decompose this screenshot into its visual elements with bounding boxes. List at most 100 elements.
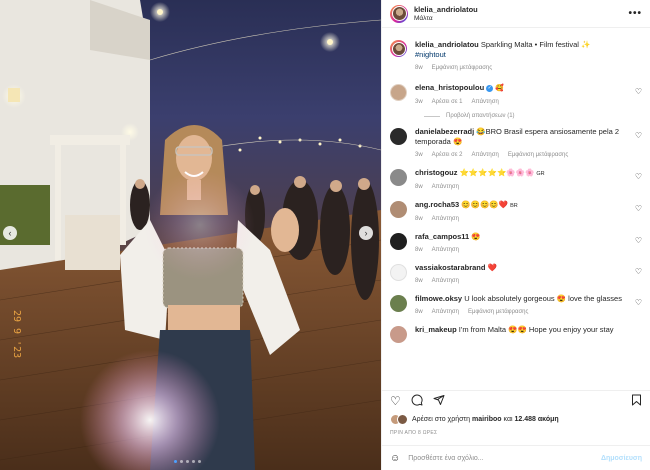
emoji-icon[interactable]: ☺ xyxy=(390,453,400,464)
caption-username[interactable]: klelia_andriolatou xyxy=(415,40,479,49)
comment-age: 3w xyxy=(415,152,423,158)
comment-text: 😊😊😊😊❤️ xyxy=(461,200,508,209)
like-comment-icon[interactable]: ♡ xyxy=(635,204,642,213)
commenter-avatar[interactable] xyxy=(390,169,407,186)
previous-photo-button[interactable]: ‹ xyxy=(3,226,17,240)
comment-age: 8w xyxy=(415,278,423,284)
comment-username[interactable]: kri_makeup xyxy=(415,325,457,334)
comment-item: rafa_campos11 😍 8w Απάντηση ♡ xyxy=(390,232,642,255)
comment-text: ❤️ xyxy=(487,263,497,272)
post-header: klelia_andriolatou Μάλτα ••• xyxy=(382,0,650,28)
carousel-dot xyxy=(174,460,177,463)
caption: klelia_andriolatou Sparkling Malta • Fil… xyxy=(390,40,642,73)
commenter-avatar[interactable] xyxy=(390,326,407,343)
comment-username[interactable]: danielabezerradj xyxy=(415,127,474,136)
likes-middle: και xyxy=(501,416,515,423)
comment-username[interactable]: christogouz xyxy=(415,168,458,177)
verified-badge-icon: ✓ xyxy=(486,84,494,92)
post-comment-button[interactable]: Δημοσίευση xyxy=(601,455,642,462)
comment-age: 8w xyxy=(415,184,423,190)
caption-hashtag[interactable]: #nightout xyxy=(415,50,446,59)
comment-item: christogouz ⭐⭐⭐⭐⭐🌸🌸🌸 GR 8w Απάντηση ♡ xyxy=(390,168,642,192)
comment-username[interactable]: ang.rocha53 xyxy=(415,200,459,209)
liker-username[interactable]: mairiboo xyxy=(472,416,502,423)
like-comment-icon[interactable]: ♡ xyxy=(635,87,642,96)
comment-username[interactable]: rafa_campos11 xyxy=(415,232,469,241)
like-comment-icon[interactable]: ♡ xyxy=(635,267,642,276)
commenter-avatar[interactable] xyxy=(390,295,407,312)
commenter-avatar[interactable] xyxy=(390,84,407,101)
comment-username[interactable]: elena_hristopoulou xyxy=(415,83,484,92)
reply-button[interactable]: Απάντηση xyxy=(472,97,499,107)
reply-button[interactable]: Απάντηση xyxy=(432,276,459,286)
comment-age: 8w xyxy=(415,216,423,222)
comment-item: filmowe.oksy U look absolutely gorgeous … xyxy=(390,294,642,317)
author-avatar[interactable] xyxy=(390,4,408,23)
post-actions: ♡ xyxy=(382,390,650,408)
liker-avatar xyxy=(397,414,408,425)
like-comment-icon[interactable]: ♡ xyxy=(635,131,642,140)
like-comment-icon[interactable]: ♡ xyxy=(635,298,642,307)
see-translation-link[interactable]: Εμφάνιση μετάφρασης xyxy=(432,63,492,73)
commenter-avatar[interactable] xyxy=(390,233,407,250)
post-location[interactable]: Μάλτα xyxy=(414,15,628,22)
comment-text: I'm from Malta 😍😍 Hope you enjoy your st… xyxy=(458,325,614,334)
carousel-dot xyxy=(198,460,201,463)
comment-username[interactable]: filmowe.oksy xyxy=(415,294,462,303)
author-avatar[interactable] xyxy=(390,40,407,57)
comment-age: 8w xyxy=(415,247,423,253)
comment-text: 😍 xyxy=(471,232,481,241)
reply-button[interactable]: Απάντηση xyxy=(472,150,499,160)
comment-text: U look absolutely gorgeous 😍 love the gl… xyxy=(464,294,622,303)
commenter-avatar[interactable] xyxy=(390,264,407,281)
photo-scene xyxy=(0,0,381,470)
view-replies-button[interactable]: Προβολή απαντήσεων (1) xyxy=(424,113,642,119)
add-comment-bar: ☺ Προσθέστε ένα σχόλιο... Δημοσίευση xyxy=(382,445,650,470)
reply-button[interactable]: Απάντηση xyxy=(432,307,459,317)
commenter-avatar[interactable] xyxy=(390,128,407,145)
post-photo[interactable]: ‹ › 29 9 '23 xyxy=(0,0,381,470)
likes-prefix: Αρέσει στο χρήστη xyxy=(412,416,473,423)
comment-likes[interactable]: Αρέσει σε 1 xyxy=(432,97,463,107)
comment-likes[interactable]: Αρέσει σε 2 xyxy=(432,150,463,160)
carousel-indicator xyxy=(174,460,201,463)
reply-button[interactable]: Απάντηση xyxy=(432,214,459,224)
commenter-avatar[interactable] xyxy=(390,201,407,218)
carousel-dot xyxy=(186,460,189,463)
comment-suffix: BR xyxy=(510,203,518,209)
comment-icon[interactable] xyxy=(411,394,423,409)
author-username[interactable]: klelia_andriolatou xyxy=(414,5,628,14)
comment-item: ang.rocha53 😊😊😊😊❤️ BR 8w Απάντηση ♡ xyxy=(390,200,642,224)
likes-summary[interactable]: Αρέσει στο χρήστη mairiboo και 12.488 ακ… xyxy=(390,414,642,425)
comment-age: 3w xyxy=(415,99,423,105)
comment-item: kri_makeup I'm from Malta 😍😍 Hope you en… xyxy=(390,325,642,343)
comment-text: 🥰 xyxy=(495,85,505,92)
post-sidebar: klelia_andriolatou Μάλτα ••• klelia_andr… xyxy=(381,0,650,470)
comment-age: 8w xyxy=(415,309,423,315)
comment-text: ⭐⭐⭐⭐⭐🌸🌸🌸 xyxy=(459,168,535,177)
see-translation-link[interactable]: Εμφάνιση μετάφρασης xyxy=(508,150,568,160)
comment-suffix: GR xyxy=(536,171,545,177)
like-icon[interactable]: ♡ xyxy=(390,394,401,408)
reply-button[interactable]: Απάντηση xyxy=(432,182,459,192)
carousel-dot xyxy=(192,460,195,463)
share-icon[interactable] xyxy=(433,394,445,409)
caption-age: 8w xyxy=(415,65,423,71)
comment-username[interactable]: vassiakostarabrand xyxy=(415,263,485,272)
comment-item: danielabezerradj 😂BRO Brasil espera ansi… xyxy=(390,127,642,160)
reply-button[interactable]: Απάντηση xyxy=(432,245,459,255)
see-translation-link[interactable]: Εμφάνιση μετάφρασης xyxy=(468,307,528,317)
like-comment-icon[interactable]: ♡ xyxy=(635,172,642,181)
comments-list[interactable]: klelia_andriolatou Sparkling Malta • Fil… xyxy=(382,32,650,387)
comment-item: vassiakostarabrand ❤️ 8w Απάντηση ♡ xyxy=(390,263,642,286)
comment-input[interactable]: Προσθέστε ένα σχόλιο... xyxy=(408,455,601,462)
next-photo-button[interactable]: › xyxy=(359,226,373,240)
comment-item: elena_hristopoulou ✓ 🥰 3w Αρέσει σε 1 Απ… xyxy=(390,83,642,107)
save-icon[interactable] xyxy=(631,394,642,409)
like-comment-icon[interactable]: ♡ xyxy=(635,236,642,245)
date-stamp: 29 9 '23 xyxy=(11,310,22,359)
carousel-dot xyxy=(180,460,183,463)
likes-count[interactable]: 12.488 ακόμη xyxy=(514,416,558,423)
posted-time: ΠΡΙΝ ΑΠΟ 8 ΩΡΕΣ xyxy=(390,430,438,436)
more-options-icon[interactable]: ••• xyxy=(628,8,642,19)
